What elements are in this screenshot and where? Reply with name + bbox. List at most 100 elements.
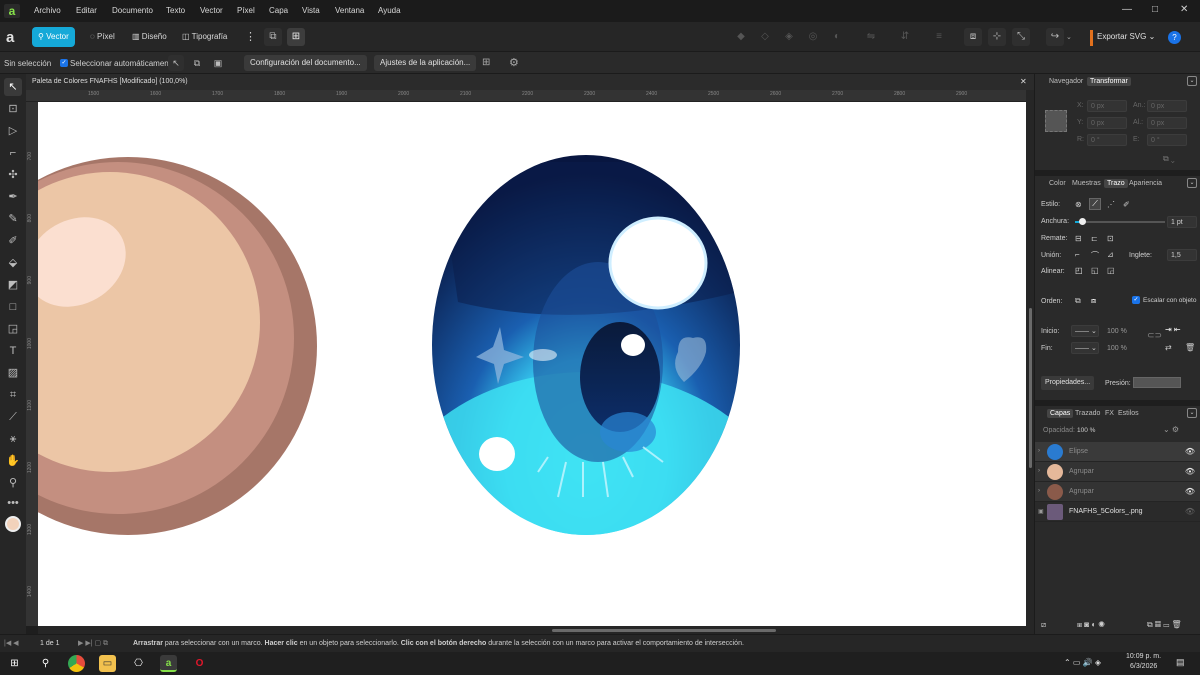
auto-select-checkbox[interactable]: ✓ bbox=[60, 59, 68, 67]
affinity-designer-icon[interactable]: a bbox=[160, 655, 177, 672]
scale-with-object-checkbox[interactable]: ✓ bbox=[1132, 296, 1140, 304]
stroke-width-slider-knob[interactable] bbox=[1079, 218, 1087, 225]
solid-line-icon[interactable]: ⟋ bbox=[1089, 198, 1101, 210]
select-mode-arrow-icon[interactable]: ↖ bbox=[168, 55, 184, 71]
assistant-icon[interactable]: ↪ bbox=[1046, 28, 1064, 46]
fill-tool-icon[interactable]: ⬙ bbox=[4, 254, 22, 272]
export-button[interactable]: Exportar SVG ⌄ bbox=[1090, 30, 1159, 46]
chrome-icon[interactable] bbox=[68, 655, 85, 672]
start-arrowhead-select[interactable]: —— ⌄ bbox=[1071, 325, 1099, 337]
point-transform-tool-icon[interactable]: ✣ bbox=[4, 166, 22, 184]
fill-color-swatch[interactable] bbox=[5, 516, 21, 532]
stroke-front-icon[interactable]: ⧈ bbox=[1091, 296, 1096, 306]
app-settings-button[interactable]: Ajustes de la aplicación... bbox=[374, 55, 477, 71]
opacity-value[interactable]: 100 % bbox=[1077, 427, 1095, 434]
menu-texto[interactable]: Texto bbox=[166, 6, 185, 15]
image-tool-icon[interactable]: ▨ bbox=[4, 364, 22, 382]
more-tools-icon[interactable]: ••• bbox=[4, 494, 22, 512]
tab-fx[interactable]: FX bbox=[1105, 410, 1114, 417]
tab-layers[interactable]: Capas bbox=[1047, 409, 1074, 418]
layer-row[interactable]: ▣ FNAFHS_5Colors_.png 👁 bbox=[1035, 502, 1200, 522]
miter-field[interactable]: 1,5 bbox=[1167, 249, 1197, 261]
edit-icon[interactable]: ⧄ bbox=[1041, 620, 1046, 630]
transparency-tool-icon[interactable]: ◩ bbox=[4, 276, 22, 294]
menu-capa[interactable]: Capa bbox=[269, 6, 288, 15]
panel-menu-icon[interactable]: ⌄ bbox=[1187, 76, 1197, 86]
horizontal-scrollbar[interactable] bbox=[38, 626, 1026, 634]
vertical-scroll-thumb[interactable] bbox=[1029, 308, 1032, 468]
corner-tool-icon[interactable]: ⌐ bbox=[4, 144, 22, 162]
tab-stroke[interactable]: Trazo bbox=[1104, 179, 1128, 188]
document-tab[interactable]: Paleta de Colores FNAFHS [Modificado] (1… bbox=[26, 74, 1034, 90]
node-tool-icon[interactable]: ▷ bbox=[4, 122, 22, 140]
stroke-behind-icon[interactable]: ⧉ bbox=[1075, 296, 1081, 306]
blend-mode-icon[interactable]: ⌄ ⚙ bbox=[1163, 425, 1179, 434]
shape-tool-icon[interactable]: ◲ bbox=[4, 320, 22, 338]
lock-icon[interactable]: ▣ bbox=[1038, 508, 1044, 515]
link-arrowheads-icon[interactable]: ⊂⊃ bbox=[1147, 330, 1162, 341]
hand-tool-icon[interactable]: ✋ bbox=[4, 452, 22, 470]
swap-arrowheads-icon[interactable]: ⇄ bbox=[1165, 343, 1172, 352]
menu-pixel[interactable]: Píxel bbox=[237, 6, 255, 15]
persona-layout[interactable]: ▥ Diseño bbox=[126, 27, 173, 47]
capcut-icon[interactable]: ⎔ bbox=[130, 655, 147, 672]
menu-ventana[interactable]: Ventana bbox=[335, 6, 364, 15]
gear-icon[interactable]: ⚙ bbox=[509, 56, 519, 69]
anchor-selector-icon[interactable] bbox=[1045, 110, 1067, 132]
assistant-chevron-down-icon[interactable]: ⌄ bbox=[1066, 33, 1072, 41]
snapping-icon[interactable]: ⊹ bbox=[988, 28, 1006, 46]
select-mode-group-icon[interactable]: ⧉ bbox=[189, 55, 205, 71]
notifications-icon[interactable]: ▤ bbox=[1176, 657, 1185, 668]
expand-chevron-icon[interactable]: › bbox=[1038, 488, 1040, 494]
visibility-eye-icon[interactable]: 👁 bbox=[1185, 447, 1195, 456]
layer-actions-icons[interactable]: ⧆ ◙ ◐ ◉ bbox=[1077, 620, 1105, 630]
menu-archivo[interactable]: Archivo bbox=[34, 6, 61, 15]
system-tray-icons[interactable]: ⌃ ▭ 🔊 ◈ bbox=[1064, 658, 1101, 667]
arrange-icon[interactable]: ⧈ bbox=[964, 28, 982, 46]
brush-line-icon[interactable]: ✐ bbox=[1123, 200, 1130, 209]
next-page-icon[interactable]: ▶ ▶| ▢ ⧉ bbox=[78, 639, 108, 648]
menu-ayuda[interactable]: Ayuda bbox=[378, 6, 401, 15]
rotation-field[interactable]: 0 ° bbox=[1087, 134, 1127, 146]
properties-button[interactable]: Propiedades... bbox=[1041, 376, 1095, 390]
maximize-button[interactable]: □ bbox=[1152, 4, 1158, 15]
menu-vector[interactable]: Vector bbox=[200, 6, 223, 15]
visibility-eye-icon[interactable]: 👁 bbox=[1185, 507, 1195, 516]
align-center-icon[interactable]: ◰ bbox=[1075, 266, 1083, 275]
join-round-icon[interactable]: ⌒ bbox=[1091, 250, 1099, 261]
search-icon[interactable]: ⚲ bbox=[37, 655, 54, 672]
layer-row[interactable]: › Agrupar 👁 bbox=[1035, 482, 1200, 502]
join-miter-icon[interactable]: ⌐ bbox=[1075, 250, 1080, 259]
close-document-icon[interactable]: ✕ bbox=[1020, 77, 1027, 86]
tab-navigator[interactable]: Navegador bbox=[1049, 78, 1083, 85]
layer-row[interactable]: › Agrupar 👁 bbox=[1035, 462, 1200, 482]
document-setup-button[interactable]: Configuración del documento... bbox=[244, 55, 367, 71]
help-icon[interactable]: ? bbox=[1168, 31, 1181, 44]
transform-icon[interactable]: ⤡ bbox=[1012, 28, 1030, 46]
tab-swatches[interactable]: Muestras bbox=[1072, 180, 1101, 187]
tab-appearance[interactable]: Apariencia bbox=[1129, 180, 1162, 187]
stroke-width-field[interactable]: 1 pt bbox=[1167, 216, 1197, 228]
persona-typography[interactable]: ◫ Tipografía bbox=[176, 27, 233, 47]
vertical-scrollbar[interactable] bbox=[1026, 90, 1034, 634]
grid-icon[interactable]: ⊞ bbox=[482, 57, 490, 68]
tab-color[interactable]: Color bbox=[1049, 180, 1066, 187]
pencil-tool-icon[interactable]: ✎ bbox=[4, 210, 22, 228]
text-tool-icon[interactable]: T bbox=[4, 342, 22, 360]
zoom-tool-icon[interactable]: ⚲ bbox=[4, 474, 22, 492]
canvas[interactable] bbox=[38, 102, 1026, 626]
windows-start-icon[interactable]: ⊞ bbox=[6, 655, 23, 672]
persona-vector[interactable]: ⚲ Vector bbox=[32, 27, 75, 47]
add-layer-icons[interactable]: ⧉ ▦ ▭ 🗑 bbox=[1147, 620, 1182, 630]
visibility-eye-icon[interactable]: 👁 bbox=[1185, 467, 1195, 476]
panel-menu-icon[interactable]: ⌄ bbox=[1187, 408, 1197, 418]
end-arrowhead-select[interactable]: —— ⌄ bbox=[1071, 342, 1099, 354]
layer-row[interactable]: › Elipse 👁 bbox=[1035, 442, 1200, 462]
opera-icon[interactable]: O bbox=[191, 655, 208, 672]
close-button[interactable]: ✕ bbox=[1180, 4, 1188, 15]
width-field[interactable]: 0 px bbox=[1147, 100, 1187, 112]
move-tool-icon[interactable]: ↖ bbox=[4, 78, 22, 96]
cap-butt-icon[interactable]: ⊟ bbox=[1075, 234, 1082, 243]
horizontal-scroll-thumb[interactable] bbox=[552, 629, 776, 632]
menu-documento[interactable]: Documento bbox=[112, 6, 153, 15]
